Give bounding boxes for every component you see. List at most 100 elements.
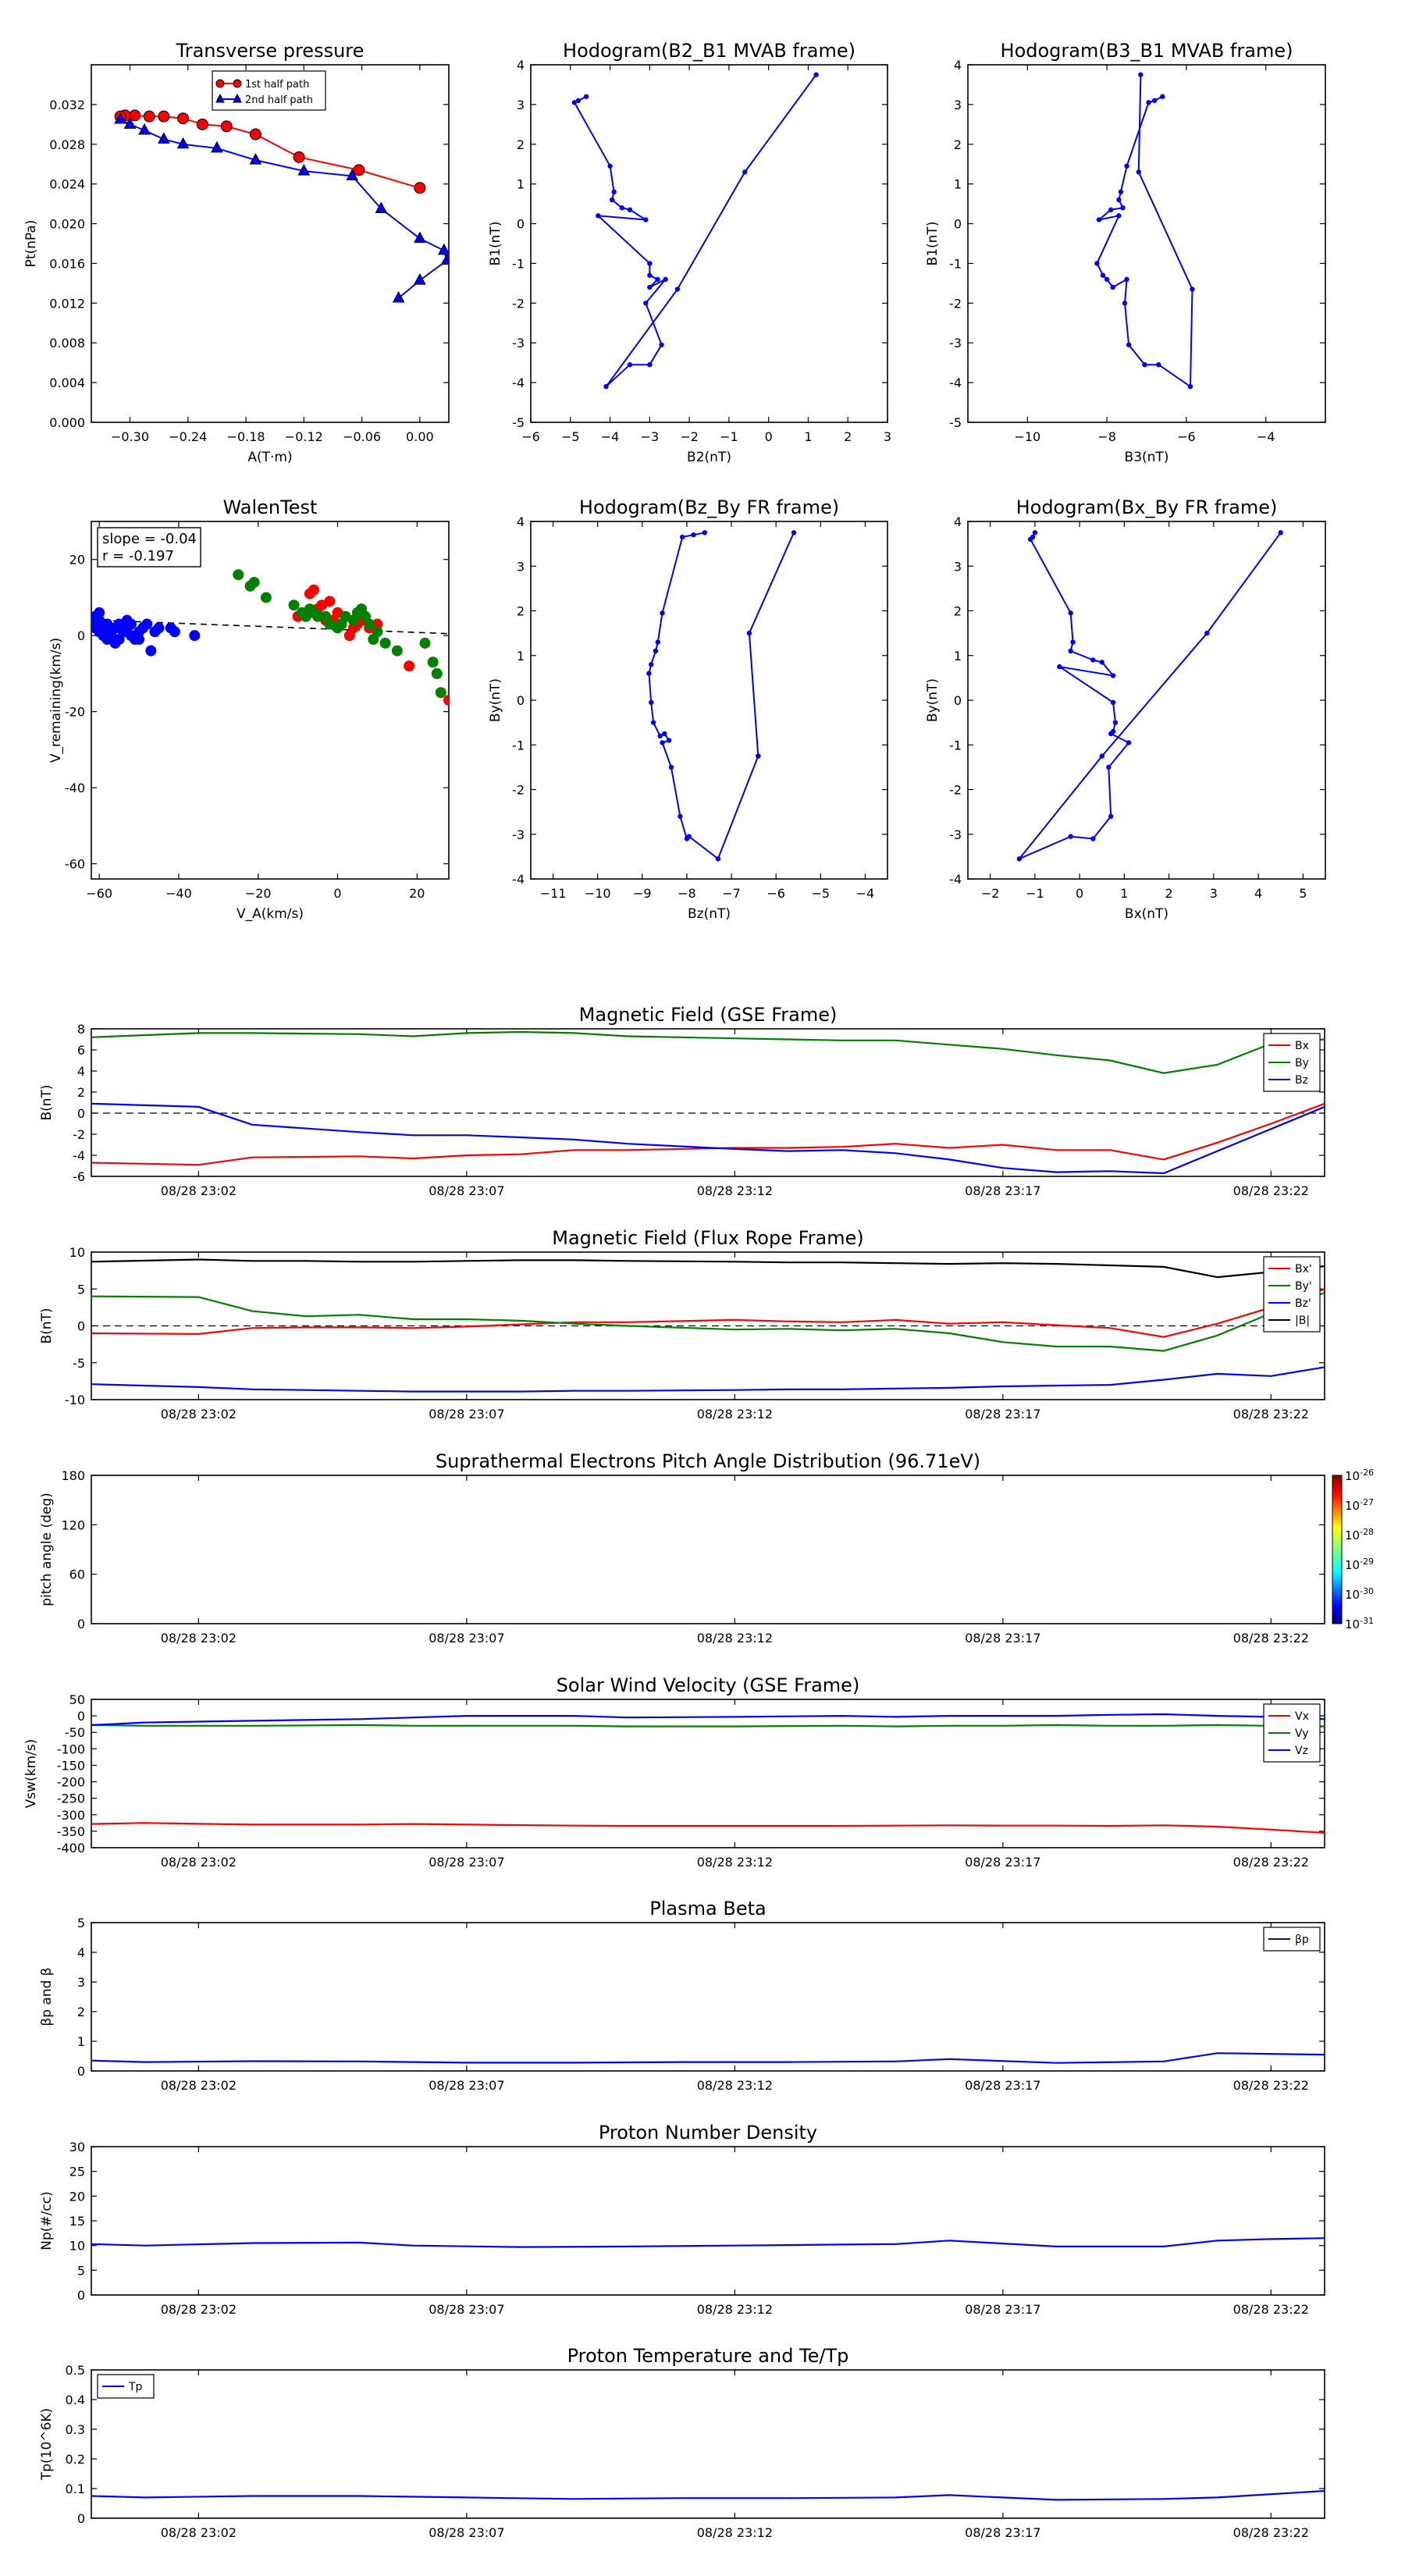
data-point <box>1118 189 1124 195</box>
x-tick-label: −5 <box>561 429 580 444</box>
y-tick-label: 0 <box>954 693 962 708</box>
y-tick-label: -40 <box>65 781 85 795</box>
y-tick-label: 0 <box>77 2064 85 2079</box>
y-tick-label: 0.000 <box>49 415 85 430</box>
y-tick-label: 6 <box>77 1043 85 1058</box>
plot-area <box>1016 530 1283 862</box>
y-tick-label: -4 <box>949 375 962 390</box>
colorbar: 10-26 10-27 10-28 10-29 10-30 10-31 <box>1332 1468 1374 1631</box>
y-tick-label: 0.020 <box>49 217 85 232</box>
y-tick-label: -250 <box>57 1791 85 1806</box>
data-point <box>260 592 272 603</box>
x-tick-label: 08/28 23:17 <box>965 2302 1040 2317</box>
y-tick-label: -60 <box>65 857 85 872</box>
y-tick-label: 3 <box>77 1975 85 1990</box>
y-tick-label: -50 <box>65 1725 85 1740</box>
y-tick-label: 0 <box>517 217 525 232</box>
data-point <box>105 630 117 642</box>
legend-label: Bz' <box>1295 1297 1311 1310</box>
y-tick-label: -5 <box>512 415 525 430</box>
legend-label: 2nd half path <box>245 94 313 106</box>
y-tick-label: 0 <box>77 2288 85 2303</box>
data-point <box>655 276 660 282</box>
data-point <box>647 272 653 278</box>
y-tick-label: 1 <box>517 649 525 664</box>
x-tick-label: 08/28 23:17 <box>965 1407 1040 1421</box>
data-point <box>1151 98 1158 103</box>
data-point <box>189 630 201 642</box>
colorbar-label: 10-26 <box>1345 1468 1374 1483</box>
data-point <box>646 671 652 676</box>
y-tick-label: -200 <box>57 1775 85 1790</box>
y-tick-label: -1 <box>512 738 525 753</box>
y-tick-label: -1 <box>512 256 525 271</box>
data-point <box>392 290 405 303</box>
data-point <box>660 740 665 745</box>
data-point <box>647 261 653 266</box>
data-point <box>143 110 155 123</box>
chart-title: Hodogram(B3_B1 MVAB frame) <box>1001 40 1293 62</box>
y-tick-label: 3 <box>954 559 962 574</box>
data-point <box>607 163 613 169</box>
pitch-angle-panel: Suprathermal Electrons Pitch Angle Distr… <box>39 1450 1374 1646</box>
chart-title: Hodogram(Bx_By FR frame) <box>1016 496 1278 518</box>
legend-label: By <box>1295 1057 1309 1069</box>
data-point <box>680 534 685 540</box>
plot-area <box>91 1258 1325 1393</box>
x-tick-label: −5 <box>812 886 831 901</box>
data-point <box>1068 648 1073 654</box>
chart-title: Magnetic Field (Flux Rope Frame) <box>552 1227 863 1249</box>
y-tick-label: 0.4 <box>66 2393 85 2407</box>
data-point <box>1090 836 1096 841</box>
colorbar-bar <box>1332 1475 1343 1624</box>
x-tick-label: 08/28 23:22 <box>1233 1183 1309 1198</box>
x-tick-label: −8 <box>678 886 696 901</box>
data-point <box>288 600 300 611</box>
y-tick-label: 0 <box>954 217 962 232</box>
x-tick-label: −6 <box>1177 429 1196 444</box>
x-tick-label: 4 <box>1254 886 1262 901</box>
colorbar-label: 10-30 <box>1345 1586 1374 1602</box>
data-point <box>1122 301 1128 306</box>
data-point <box>1156 362 1161 368</box>
x-axis-label: V_A(km/s) <box>237 906 304 922</box>
data-point <box>1120 205 1126 211</box>
magnetic-field-gse-panel: Magnetic Field (GSE Frame) -6 -4 -2 0 2 4 6 8 08/… <box>39 1004 1325 1198</box>
y-axis-label: By(nT) <box>488 678 503 722</box>
y-tick-label: 1 <box>77 2034 85 2049</box>
proton-density-panel: Proton Number Density 0 5 10 15 20 25 30 08/28 2… <box>39 2122 1325 2317</box>
data-point <box>249 128 261 141</box>
legend-label: Bz <box>1295 1074 1308 1087</box>
y-tick-label: 4 <box>954 58 962 73</box>
legend: Vx Vy Vz <box>1263 1703 1321 1763</box>
y-tick-label: -150 <box>57 1758 85 1773</box>
data-point <box>609 197 615 203</box>
x-tick-label: −6 <box>521 429 540 444</box>
data-point <box>1032 530 1038 535</box>
x-tick-label: −4 <box>1257 429 1275 444</box>
y-tick-label: 10 <box>69 2239 85 2254</box>
y-tick-label: 180 <box>61 1468 85 1483</box>
data-point <box>596 213 601 219</box>
y-tick-label: 0 <box>77 1319 85 1334</box>
x-tick-label: 3 <box>1210 886 1218 901</box>
x-tick-label: 08/28 23:22 <box>1233 2302 1309 2317</box>
x-tick-label: −1 <box>720 429 738 444</box>
data-point <box>1108 731 1114 737</box>
data-point <box>1090 657 1096 663</box>
x-tick-label: 08/28 23:22 <box>1233 1407 1309 1421</box>
plot-frame <box>530 64 888 423</box>
legend-label: Bx' <box>1295 1263 1312 1276</box>
data-point <box>650 720 656 725</box>
data-point <box>1096 217 1102 222</box>
x-tick-label: 08/28 23:12 <box>697 1407 773 1421</box>
x-tick-label: 08/28 23:22 <box>1233 2078 1309 2093</box>
y-axis-label: B1(nT) <box>488 222 503 266</box>
data-point <box>1124 163 1129 169</box>
annotation-r: r = -0.197 <box>102 548 174 564</box>
data-point <box>1068 610 1073 616</box>
hodogram-bz-by-panel: Hodogram(Bz_By FR frame) -4 -3 -2 -1 0 1 2 3 4 −11… <box>488 496 888 922</box>
data-point <box>702 530 707 535</box>
x-tick-label: 08/28 23:17 <box>965 2525 1040 2540</box>
x-tick-label: −0.24 <box>169 429 207 444</box>
